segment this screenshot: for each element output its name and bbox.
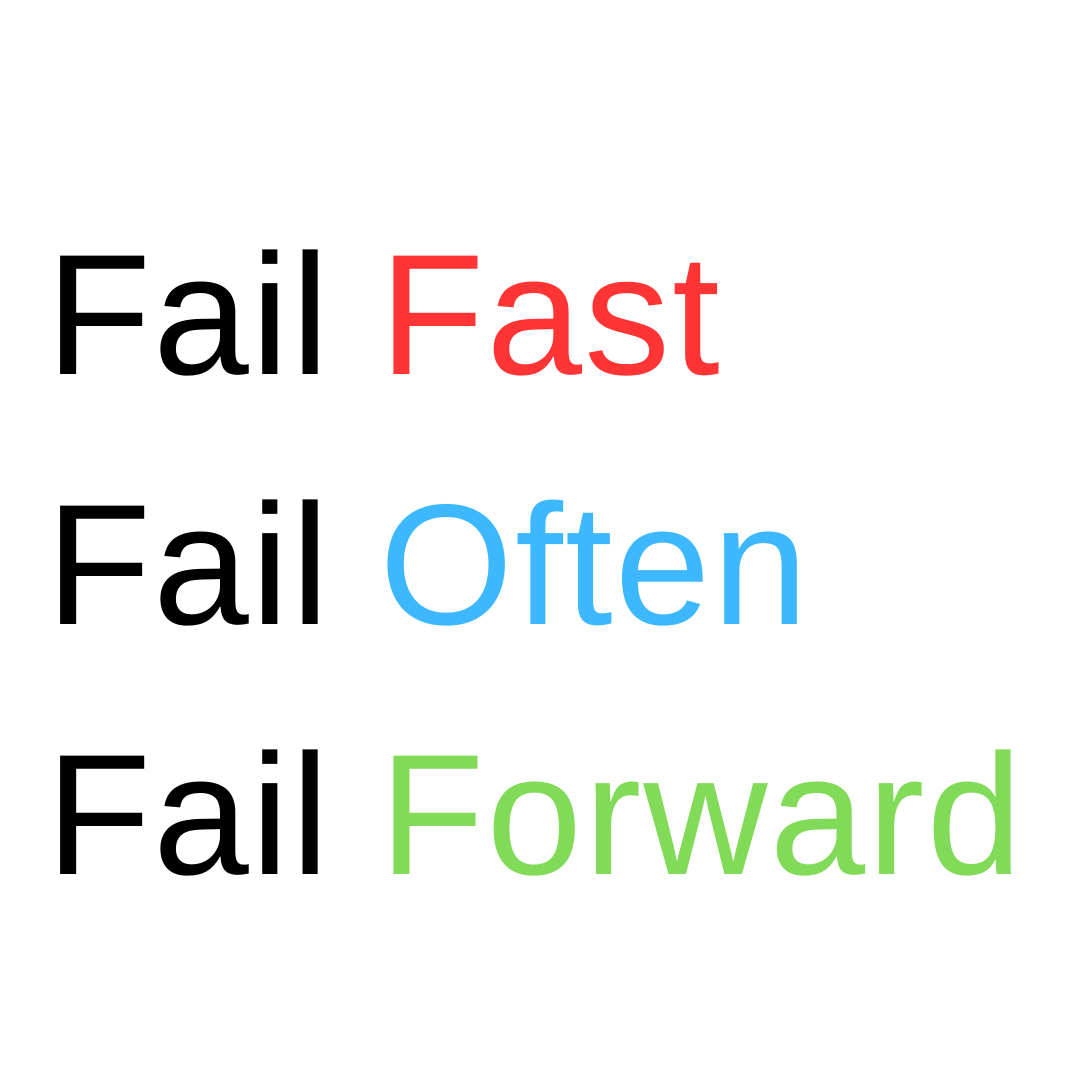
word-fast: Fast [379,219,722,411]
slogan-line-fast: Fail Fast [46,190,1024,440]
slogan-line-often: Fail Often [46,440,1024,690]
slogan-stack: Fail Fast Fail Often Fail Forward [46,190,1024,940]
word-forward: Forward [379,719,1025,911]
word-fail: Fail [46,469,332,661]
word-fail: Fail [46,219,332,411]
word-fail: Fail [46,719,332,911]
slogan-line-forward: Fail Forward [46,690,1024,940]
word-often: Often [379,469,810,661]
